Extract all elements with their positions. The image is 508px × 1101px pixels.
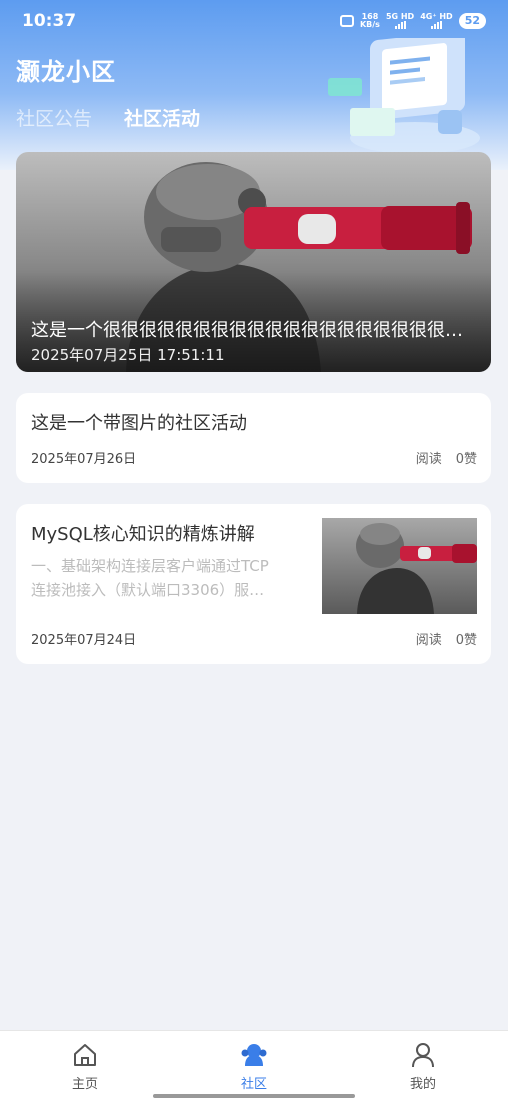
header-illustration: [328, 38, 480, 154]
banner-time: 2025年07月25日 17:51:11: [31, 346, 225, 364]
network-speed-unit: KB/s: [359, 20, 380, 29]
vibrate-icon: [339, 15, 354, 27]
banner-title: 这是一个很很很很很很很很很很很很很很很很很很很很很很很很很很很很长的社区活动标题: [31, 320, 471, 341]
card-description: 一、基础架构连接层客户端通过TCP 连接池接入（默认端口3306）服…: [31, 554, 311, 602]
card-stats: 阅读 0赞: [416, 448, 477, 467]
card-date: 2025年07月24日: [31, 633, 137, 648]
card-title: MySQL核心知识的精炼讲解: [31, 524, 255, 545]
activity-card[interactable]: 这是一个带图片的社区活动 2025年07月26日 阅读 0赞: [16, 393, 491, 483]
tab-activities[interactable]: 社区活动: [124, 104, 200, 131]
read-count: 阅读: [415, 452, 442, 467]
status-icons: 168 KB/s 5G HD 4G⁺ HD 52: [339, 12, 486, 29]
header: 10:37 168 KB/s 5G HD 4G⁺ HD 52 灏龙小区 社区公告…: [0, 0, 508, 170]
tab-announcements[interactable]: 社区公告: [16, 104, 92, 131]
signal-icon: 4G⁺ HD: [420, 12, 453, 29]
card-stats: 阅读 0赞: [416, 629, 477, 648]
bottom-nav: 主页 社区 我的: [0, 1030, 508, 1101]
featured-activity-banner[interactable]: 这是一个很很很很很很很很很很很很很很很很很很很很很很很很很很很很长的社区活动标题…: [16, 152, 491, 372]
tab-bar: 社区公告 社区活动: [16, 104, 200, 131]
like-count: 0赞: [455, 452, 477, 467]
card-thumbnail: [322, 518, 477, 614]
card-description-line: 一、基础架构连接层客户端通过TCP: [31, 557, 269, 575]
nav-profile[interactable]: 我的: [373, 1041, 473, 1092]
home-indicator[interactable]: [153, 1094, 355, 1098]
signal-icon: 5G HD: [386, 13, 414, 29]
nav-home[interactable]: 主页: [35, 1041, 135, 1092]
home-icon: [74, 1044, 96, 1066]
card-description-line: 连接池接入（默认端口3306）服…: [31, 581, 265, 599]
nav-home-label: 主页: [71, 1077, 98, 1092]
nav-profile-label: 我的: [409, 1077, 436, 1092]
community-icon: [241, 1044, 267, 1066]
network-speed: 168 KB/s: [360, 13, 380, 29]
nav-community-label: 社区: [240, 1077, 267, 1092]
card-title: 这是一个带图片的社区活动: [31, 413, 247, 434]
read-count: 阅读: [415, 633, 442, 648]
battery-icon: 52: [458, 13, 486, 29]
page-title: 灏龙小区: [16, 58, 116, 86]
profile-icon: [412, 1043, 434, 1068]
card-date: 2025年07月26日: [31, 452, 137, 467]
sim2-label: 4G⁺ HD: [420, 12, 453, 21]
thumbnail-image: [356, 523, 477, 614]
like-count: 0赞: [455, 633, 477, 648]
nav-community[interactable]: 社区: [204, 1041, 304, 1092]
activity-card[interactable]: MySQL核心知识的精炼讲解 一、基础架构连接层客户端通过TCP 连接池接入（默…: [16, 504, 491, 664]
status-time: 10:37: [22, 11, 77, 31]
sim1-label: 5G HD: [385, 12, 415, 21]
